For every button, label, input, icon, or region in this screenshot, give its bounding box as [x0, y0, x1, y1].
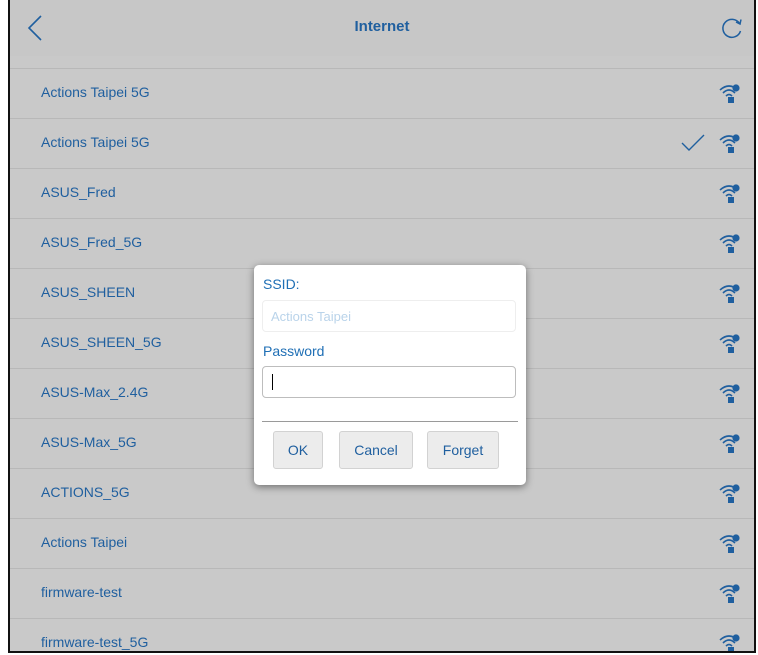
network-ssid-label: firmware-test: [41, 584, 122, 600]
network-ssid-label: Actions Taipei 5G: [41, 134, 150, 150]
network-row[interactable]: Actions Taipei 5G: [10, 69, 754, 119]
wifi-locked-icon: [718, 432, 742, 454]
network-ssid-label: Actions Taipei: [41, 534, 128, 550]
wifi-locked-icon: [718, 82, 742, 104]
wifi-locked-icon: [718, 482, 742, 504]
network-ssid-label: firmware-test_5G: [41, 634, 149, 650]
header-bar: Internet: [10, 0, 754, 56]
network-ssid-label: ASUS_Fred: [41, 184, 116, 200]
network-ssid-label: Actions Taipei 5G: [41, 84, 150, 100]
network-ssid-label: ASUS-Max_5G: [41, 434, 137, 450]
network-ssid-label: ASUS-Max_2.4G: [41, 384, 149, 400]
ok-button[interactable]: OK: [273, 431, 323, 469]
page-title: Internet: [354, 18, 410, 35]
network-ssid-label: ACTIONS_5G: [41, 484, 130, 500]
network-ssid-label: ASUS_Fred_5G: [41, 234, 143, 250]
network-row[interactable]: Actions Taipei: [10, 519, 754, 569]
network-row[interactable]: firmware-test_5G: [10, 619, 754, 651]
network-row[interactable]: firmware-test: [10, 569, 754, 619]
password-input[interactable]: [262, 366, 516, 398]
network-row[interactable]: ASUS_Fred: [10, 169, 754, 219]
wifi-locked-icon: [718, 332, 742, 354]
wifi-locked-icon: [718, 282, 742, 304]
network-row[interactable]: ASUS_Fred_5G: [10, 219, 754, 269]
wifi-locked-icon: [718, 382, 742, 404]
network-ssid-label: ASUS_SHEEN_5G: [41, 334, 162, 350]
ssid-label: SSID:: [263, 276, 300, 292]
wifi-password-dialog: SSID: Password OK Cancel Forget: [254, 265, 526, 485]
refresh-icon[interactable]: [720, 16, 744, 40]
wifi-locked-icon: [718, 182, 742, 204]
network-row[interactable]: Actions Taipei 5G: [10, 119, 754, 169]
text-caret: [272, 374, 273, 390]
wifi-locked-icon: [718, 532, 742, 554]
wifi-locked-icon: [718, 582, 742, 604]
network-ssid-label: ASUS_SHEEN: [41, 284, 136, 300]
ssid-input: [262, 300, 516, 332]
wifi-locked-icon: [718, 132, 742, 154]
forget-button[interactable]: Forget: [427, 431, 499, 469]
dialog-divider: [262, 421, 518, 422]
wifi-settings-screen: Internet Actions Taipei 5G Actions Taipei…: [8, 0, 756, 653]
wifi-locked-icon: [718, 632, 742, 651]
cancel-button[interactable]: Cancel: [339, 431, 413, 469]
password-label: Password: [263, 343, 325, 359]
wifi-locked-icon: [718, 232, 742, 254]
checkmark-icon: [680, 133, 706, 153]
